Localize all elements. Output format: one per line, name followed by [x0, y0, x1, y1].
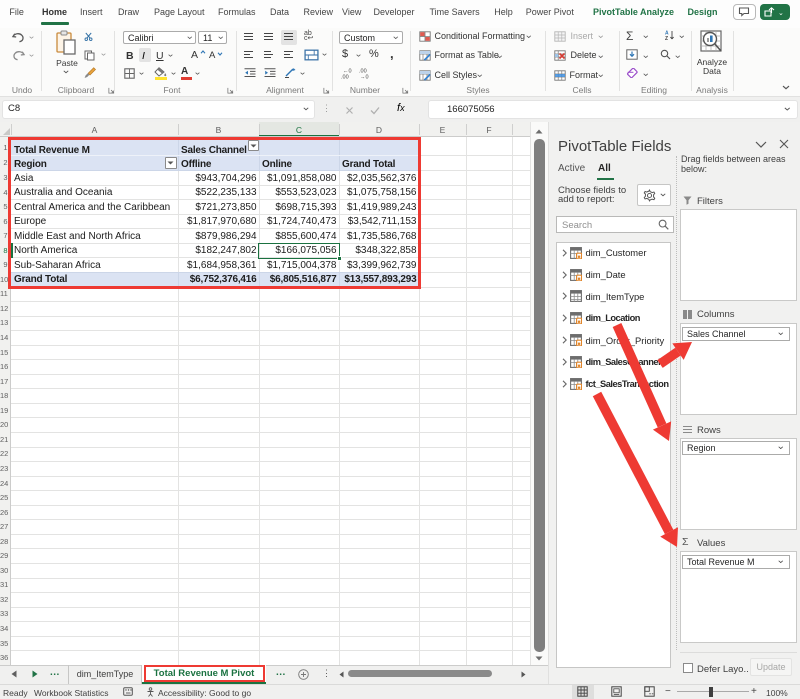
- svg-text:Z: Z: [665, 36, 668, 41]
- svg-text:.00: .00: [341, 75, 349, 80]
- svg-text:→0: →0: [360, 75, 369, 80]
